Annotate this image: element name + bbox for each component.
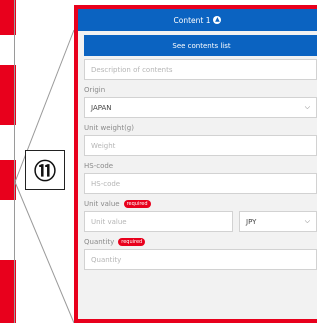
panel-header[interactable]: Content 1 ▲ [78,9,317,31]
callout-line-lower [14,181,75,323]
panel-body: See contents list Description of content… [78,31,317,270]
see-contents-list-button[interactable]: See contents list [84,35,317,56]
panel-title: Content 1 [173,15,211,25]
quantity-placeholder: Quantity [91,255,122,264]
hs-code-placeholder: HS-code [91,179,121,188]
unit-weight-label: Unit weight(g) [84,124,134,132]
weight-placeholder: Weight [91,141,116,150]
hs-code-label: HS-code [84,162,114,170]
unit-value-label: Unit value required [84,200,317,208]
description-input[interactable]: Description of contents [84,59,317,80]
unit-value-row: Unit value JPY ⌵ [84,208,317,232]
chevron-down-icon: ⌵ [304,217,310,225]
required-badge: required [123,200,151,208]
origin-value: JAPAN [91,103,112,112]
description-placeholder: Description of contents [91,65,173,74]
divider-line [14,0,15,323]
quantity-input[interactable]: Quantity [84,249,317,270]
quantity-label: Quantity required [84,238,317,246]
chevron-down-icon: ⌵ [304,103,310,111]
hs-code-input[interactable]: HS-code [84,173,317,194]
unit-value-placeholder: Unit value [91,217,127,226]
content-form-panel: Content 1 ▲ See contents list Descriptio… [74,5,317,323]
currency-value: JPY [246,217,257,226]
left-strip [0,0,20,323]
step-number-badge: ⑪ [25,150,65,190]
required-badge: required [118,238,146,246]
origin-label: Origin [84,86,106,94]
origin-select[interactable]: JAPAN ⌵ [84,97,317,118]
currency-select[interactable]: JPY ⌵ [239,211,317,232]
unit-value-input[interactable]: Unit value [84,211,233,232]
collapse-circle-icon[interactable]: ▲ [213,16,222,24]
weight-input[interactable]: Weight [84,135,317,156]
